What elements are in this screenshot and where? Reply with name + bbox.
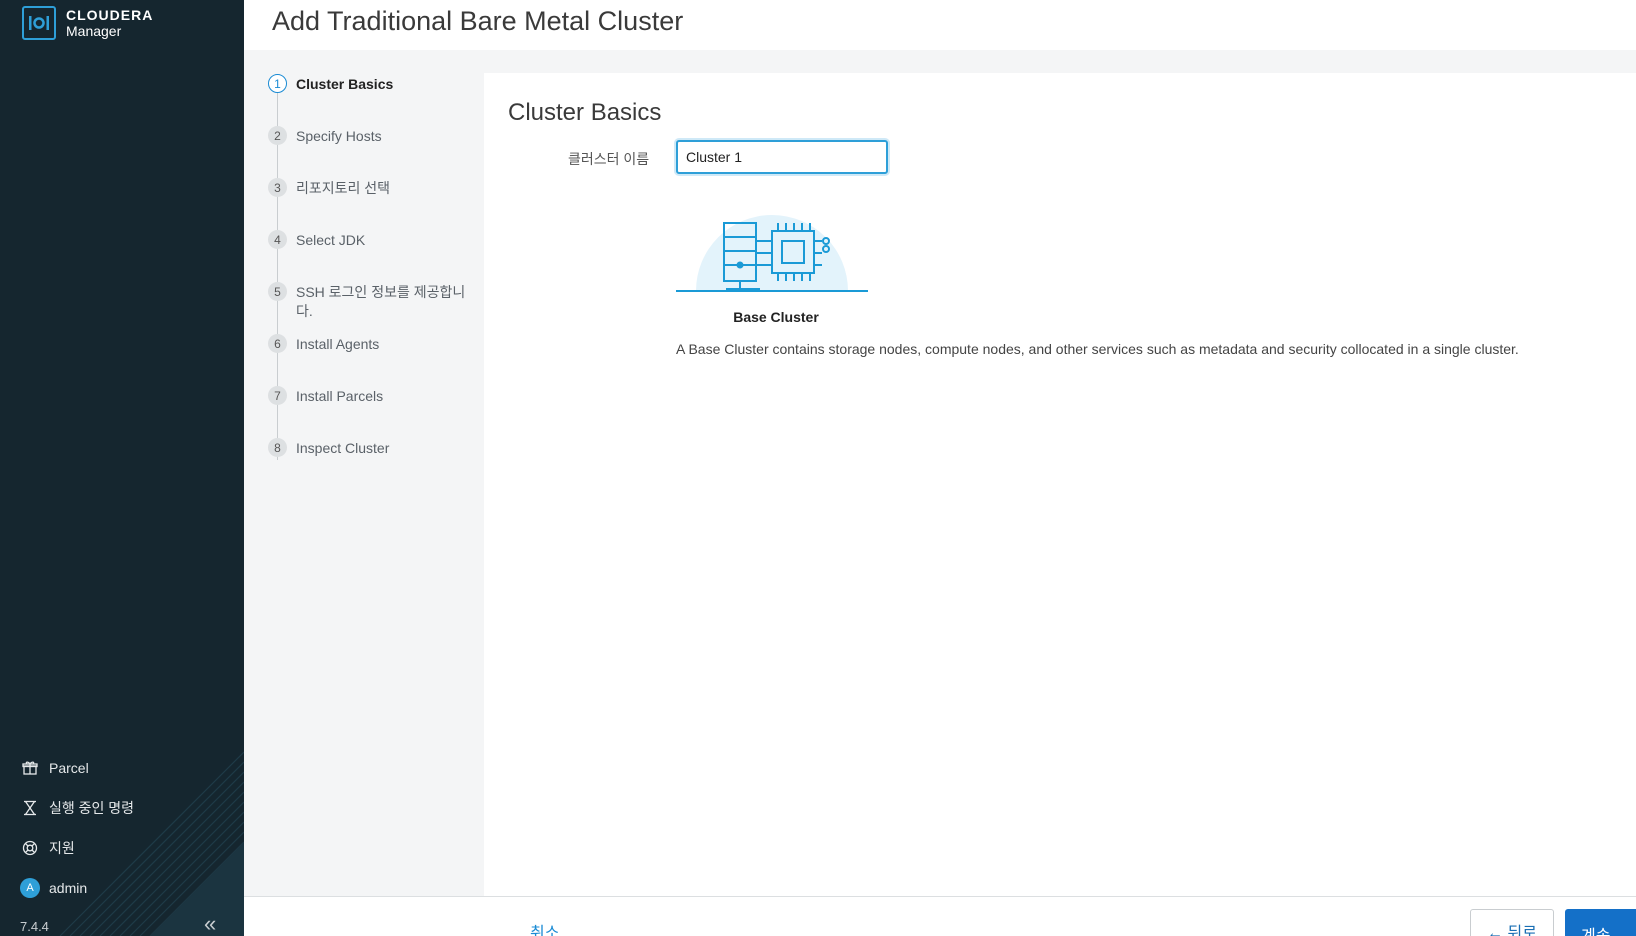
continue-button[interactable]: 계속 → xyxy=(1565,909,1636,936)
sidebar-nav: Parcel 실행 중인 명령 지원 A admin xyxy=(0,748,244,908)
wizard-footer: 취소 ← 뒤로 계속 → xyxy=(244,896,1636,936)
cloudera-logo[interactable]: CLOUDERA Manager xyxy=(22,6,153,40)
server-chip-icon[interactable] xyxy=(676,195,876,297)
step-cluster-basics[interactable]: 1 Cluster Basics xyxy=(262,70,482,122)
cloudera-logo-icon xyxy=(22,6,56,40)
step-number: 6 xyxy=(268,334,287,353)
brand-name: CLOUDERA xyxy=(66,7,154,23)
gift-icon xyxy=(20,758,40,778)
step-select-repository[interactable]: 3 리포지토리 선택 xyxy=(262,174,482,226)
page-header: Add Traditional Bare Metal Cluster xyxy=(244,0,1636,50)
step-specify-hosts[interactable]: 2 Specify Hosts xyxy=(262,122,482,174)
cluster-type-description: A Base Cluster contains storage nodes, c… xyxy=(676,341,1519,357)
step-label: Select JDK xyxy=(296,232,366,248)
step-label: Cluster Basics xyxy=(296,76,394,92)
page-title: Add Traditional Bare Metal Cluster xyxy=(272,6,684,36)
version-label: 7.4.4 xyxy=(20,919,49,934)
step-ssh-login[interactable]: 5 SSH 로그인 정보를 제공합니다. xyxy=(262,278,482,330)
sidebar-item-label: Parcel xyxy=(49,760,89,776)
step-install-agents[interactable]: 6 Install Agents xyxy=(262,330,482,382)
sidebar-item-admin[interactable]: A admin xyxy=(0,868,244,908)
section-title: Cluster Basics xyxy=(508,99,662,126)
lifebuoy-icon xyxy=(20,838,40,858)
double-chevron-left-icon[interactable]: « xyxy=(204,913,228,936)
step-number: 2 xyxy=(268,126,287,145)
step-number: 4 xyxy=(268,230,287,249)
step-label: Install Agents xyxy=(296,336,380,352)
step-label: Inspect Cluster xyxy=(296,440,390,456)
sidebar: CLOUDERA Manager Parcel 실행 중인 명령 지원 A ad… xyxy=(0,0,244,936)
sidebar-item-parcel[interactable]: Parcel xyxy=(0,748,244,788)
step-number: 8 xyxy=(268,438,287,457)
step-select-jdk[interactable]: 4 Select JDK xyxy=(262,226,482,278)
back-button[interactable]: ← 뒤로 xyxy=(1470,909,1554,936)
wizard-steps: 1 Cluster Basics 2 Specify Hosts 3 리포지토리… xyxy=(262,70,482,486)
cluster-type-name: Base Cluster xyxy=(733,309,819,325)
cancel-button[interactable]: 취소 xyxy=(530,919,559,936)
hourglass-icon xyxy=(20,798,40,818)
sidebar-item-support[interactable]: 지원 xyxy=(0,828,244,868)
step-install-parcels[interactable]: 7 Install Parcels xyxy=(262,382,482,434)
step-number: 1 xyxy=(268,74,287,93)
cluster-name-label: 클러스터 이름 xyxy=(568,151,650,167)
sidebar-item-running-commands[interactable]: 실행 중인 명령 xyxy=(0,788,244,828)
main-panel: Cluster Basics 클러스터 이름 Cluster 1 Base Cl… xyxy=(484,73,1636,896)
step-number: 5 xyxy=(268,282,287,301)
step-label: SSH 로그인 정보를 제공합니다. xyxy=(296,284,466,319)
step-number: 3 xyxy=(268,178,287,197)
step-label: Install Parcels xyxy=(296,388,384,404)
product-name: Manager xyxy=(66,23,122,39)
step-number: 7 xyxy=(268,386,287,405)
cluster-name-input[interactable] xyxy=(676,140,888,174)
step-inspect-cluster[interactable]: 8 Inspect Cluster xyxy=(262,434,482,486)
avatar: A xyxy=(20,878,40,898)
step-label: 리포지토리 선택 xyxy=(296,180,391,196)
sidebar-item-label: admin xyxy=(49,880,88,896)
sidebar-item-label: 지원 xyxy=(49,840,75,856)
step-label: Specify Hosts xyxy=(296,128,382,144)
sidebar-item-label: 실행 중인 명령 xyxy=(49,800,135,816)
